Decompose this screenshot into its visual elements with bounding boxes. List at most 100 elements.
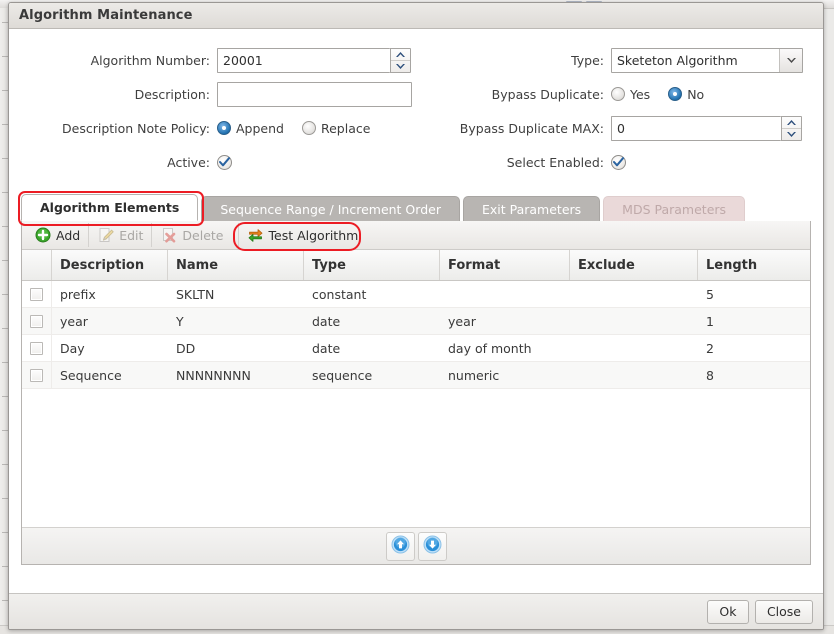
field-algorithm-number: Algorithm Number:	[21, 43, 413, 77]
tab-algorithm-elements[interactable]: Algorithm Elements	[21, 194, 199, 221]
radio-yes-icon[interactable]	[611, 87, 625, 101]
active-checkbox[interactable]	[217, 154, 232, 170]
row-name: SKLTN	[176, 286, 215, 302]
bypass-duplicate-max-spinner[interactable]	[611, 115, 802, 141]
tab-exit-parameters[interactable]: Exit Parameters	[462, 196, 601, 221]
grid-toolbar: Add Edit Delete Test Algorithm	[22, 221, 810, 251]
type-select[interactable]: Sketeton Algorithm	[611, 47, 803, 73]
algorithm-number-input[interactable]	[217, 47, 390, 73]
tab-sequence-range-increment-order-label: Sequence Range / Increment Order	[220, 201, 441, 217]
close-button-label: Close	[766, 604, 801, 619]
row-description: Sequence	[60, 367, 122, 383]
radio-option-replace[interactable]: Replace	[301, 121, 370, 136]
grid-header-length[interactable]: Length	[698, 250, 810, 280]
row-format: day of month	[448, 340, 532, 356]
row-exclude	[570, 308, 698, 334]
edit-button: Edit	[88, 223, 151, 247]
radio-yes-label: Yes	[630, 86, 651, 102]
grid-header-select-all[interactable]	[22, 250, 52, 280]
row-name: NNNNNNNN	[176, 367, 251, 383]
field-type: Type: Sketeton Algorithm	[419, 43, 811, 77]
label-active: Active:	[167, 154, 210, 170]
algorithm-elements-panel: Add Edit Delete Test Algorithm Descripti…	[21, 221, 811, 565]
select-enabled-checkbox[interactable]	[611, 154, 626, 170]
description-input[interactable]	[217, 81, 412, 107]
add-button-label: Add	[56, 227, 81, 243]
row-checkbox[interactable]	[30, 314, 43, 328]
row-name: Y	[176, 313, 184, 329]
label-description-note-policy: Description Note Policy:	[62, 120, 210, 136]
close-button[interactable]: Close	[754, 599, 813, 624]
dialog-title: Algorithm Maintenance	[19, 8, 193, 23]
row-checkbox[interactable]	[30, 368, 43, 382]
row-length: 2	[706, 340, 714, 356]
row-type: date	[312, 340, 341, 356]
red-x-icon	[160, 227, 177, 244]
spinner-down-button[interactable]	[782, 127, 801, 140]
radio-option-append[interactable]: Append	[217, 121, 284, 136]
dialog-footer: Ok Close	[9, 593, 823, 629]
grid-header-description[interactable]: Description	[52, 250, 168, 280]
row-length: 5	[706, 286, 714, 302]
test-algorithm-button[interactable]: Test Algorithm	[232, 222, 367, 251]
bypass-duplicate-max-input[interactable]	[611, 115, 781, 141]
row-checkbox[interactable]	[30, 341, 43, 355]
add-button[interactable]: Add	[26, 223, 88, 247]
spinner-up-button[interactable]	[391, 49, 410, 60]
ok-button[interactable]: Ok	[706, 599, 749, 624]
label-description: Description:	[134, 86, 210, 102]
radio-append-icon[interactable]	[217, 121, 231, 135]
edit-button-label: Edit	[119, 227, 144, 243]
algorithm-elements-grid: Description Name Type Format Exclude Len…	[22, 250, 810, 564]
label-bypass-duplicate: Bypass Duplicate:	[491, 86, 604, 102]
add-circle-icon	[34, 227, 51, 244]
label-type: Type:	[571, 52, 604, 68]
row-length: 1	[706, 313, 714, 329]
bypass-max-spin-buttons[interactable]	[781, 115, 802, 141]
tab-sequence-range-increment-order[interactable]: Sequence Range / Increment Order	[201, 196, 460, 221]
field-description-note-policy: Description Note Policy: Append Replace	[21, 111, 413, 145]
row-checkbox-cell[interactable]	[22, 308, 52, 334]
radio-replace-icon[interactable]	[301, 121, 316, 135]
grid-header-format[interactable]: Format	[440, 250, 570, 280]
field-select-enabled: Select Enabled:	[419, 145, 811, 179]
row-checkbox-cell[interactable]	[22, 362, 52, 388]
grid-header-type[interactable]: Type	[304, 250, 440, 280]
radio-option-yes[interactable]: Yes	[611, 87, 650, 102]
spinner-down-button[interactable]	[391, 59, 410, 72]
table-row[interactable]: year Y date year 1	[22, 308, 810, 335]
tab-mds-parameters: MDS Parameters	[603, 196, 746, 221]
algorithm-maintenance-dialog: Algorithm Maintenance Algorithm Number:	[8, 2, 824, 630]
delete-button-label: Delete	[182, 227, 224, 243]
row-checkbox-cell[interactable]	[22, 335, 52, 361]
chevron-down-icon[interactable]	[779, 48, 802, 72]
tab-strip: Algorithm Elements Sequence Range / Incr…	[18, 191, 811, 226]
label-select-enabled: Select Enabled:	[506, 154, 604, 170]
table-row[interactable]: prefix SKLTN constant 5	[22, 281, 810, 308]
row-exclude	[570, 362, 698, 388]
test-algorithm-button-label: Test Algorithm	[268, 227, 359, 243]
radio-option-no[interactable]: No	[668, 87, 704, 102]
grid-body: prefix SKLTN constant 5 year Y date year	[22, 281, 810, 527]
move-up-button[interactable]	[385, 531, 415, 561]
spinner-up-button[interactable]	[782, 117, 801, 128]
grid-header-row: Description Name Type Format Exclude Len…	[22, 250, 810, 281]
bypass-duplicate-radio-group: Yes No	[611, 87, 716, 102]
row-checkbox-cell[interactable]	[22, 281, 52, 307]
radio-no-icon[interactable]	[668, 87, 683, 101]
table-row[interactable]: Sequence NNNNNNNN sequence numeric 8	[22, 362, 810, 389]
dialog-titlebar: Algorithm Maintenance	[9, 3, 823, 29]
table-row[interactable]: Day DD date day of month 2	[22, 335, 810, 362]
swap-arrows-icon	[247, 227, 264, 244]
grid-header-name[interactable]: Name	[168, 250, 304, 280]
move-up-icon	[391, 535, 410, 557]
delete-button: Delete	[151, 223, 231, 247]
grid-header-exclude[interactable]: Exclude	[570, 250, 698, 280]
tab-mds-parameters-label: MDS Parameters	[622, 201, 727, 217]
algorithm-number-spinner[interactable]	[217, 47, 411, 73]
row-exclude	[570, 335, 698, 361]
algorithm-number-spin-buttons[interactable]	[390, 47, 411, 73]
field-description: Description:	[21, 77, 413, 111]
move-down-button[interactable]	[417, 531, 447, 561]
row-checkbox[interactable]	[30, 287, 43, 301]
